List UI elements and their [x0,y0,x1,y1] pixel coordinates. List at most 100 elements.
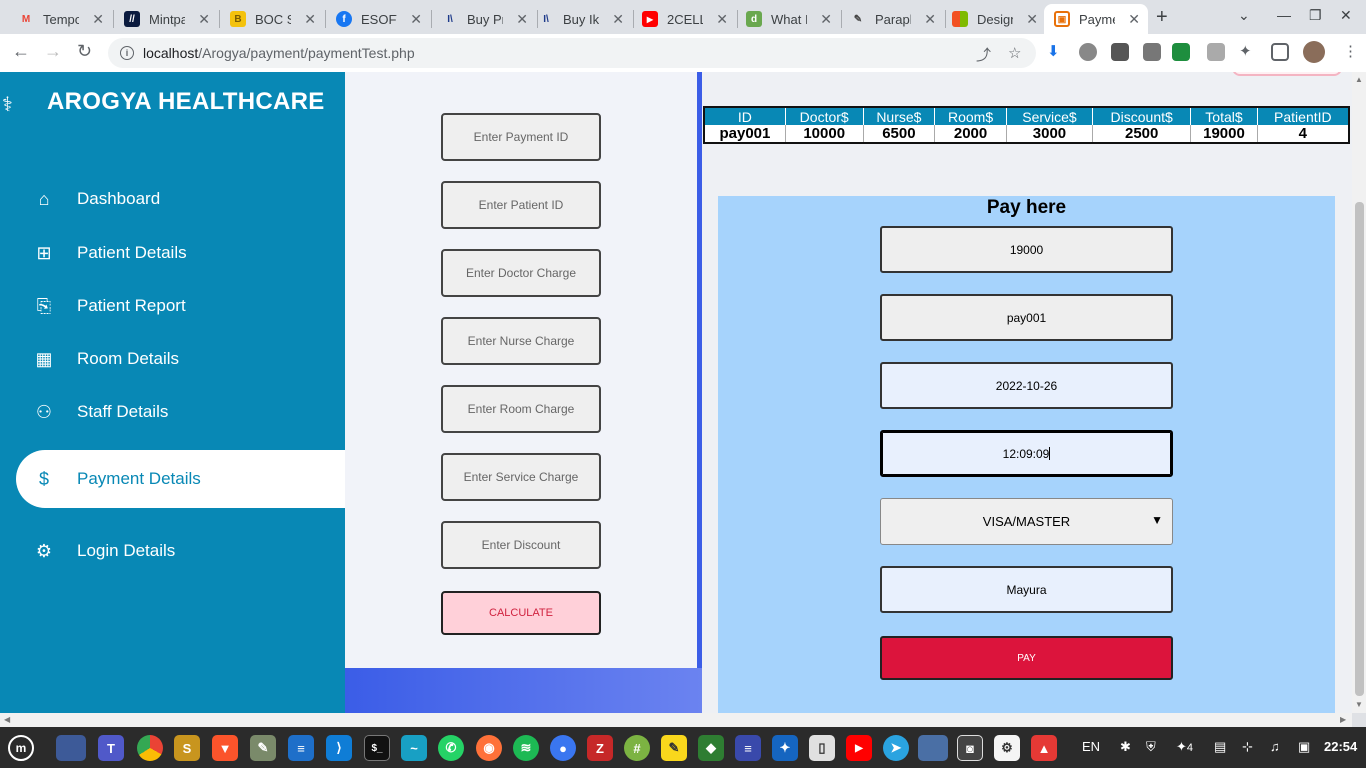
browser-tab[interactable]: I\ Buy Pr ✕ [432,4,536,34]
top-button[interactable] [1232,72,1342,76]
amount-field[interactable]: 19000 [880,226,1173,273]
close-icon[interactable]: ✕ [198,11,210,28]
browser-tab[interactable]: f ESOFT ✕ [326,4,430,34]
image-editor-icon[interactable]: ✦ [772,735,798,761]
settings-icon[interactable]: ⚙ [994,735,1020,761]
s-app-icon[interactable]: S [174,735,200,761]
sidebar-item-login-details[interactable]: ⚙ Login Details [0,531,345,571]
browser-tab[interactable]: ✎ Parapl ✕ [840,4,944,34]
profile-avatar[interactable] [1303,41,1325,63]
extension-gimp-icon[interactable] [1111,43,1129,61]
close-icon[interactable]: ✕ [410,11,422,28]
browser-tab[interactable]: d What I ✕ [736,4,840,34]
scroll-left-icon[interactable]: ◀ [4,715,10,724]
teams-icon[interactable]: T [98,735,124,761]
sidebar-item-patient-details[interactable]: ⊞ Patient Details [0,233,345,273]
close-icon[interactable]: ✕ [1128,11,1140,28]
patient-id-input[interactable]: Enter Patient ID [441,181,601,229]
close-icon[interactable]: ✕ [516,11,528,28]
new-tab-icon[interactable]: + [1156,6,1168,29]
close-icon[interactable]: ✕ [612,11,624,28]
sidebar-item-patient-report[interactable]: ⎘ Patient Report [0,286,345,326]
brave-icon[interactable]: ▼ [212,735,238,761]
bookmark-star-icon[interactable]: ☆ [1008,44,1021,62]
browser-tab[interactable]: B BOC Sr ✕ [220,4,324,34]
battery-icon[interactable]: ▣ [1298,739,1310,755]
document-icon[interactable]: ≡ [735,735,761,761]
info-icon[interactable]: i [120,46,134,60]
nurse-charge-input[interactable]: Enter Nurse Charge [441,317,601,365]
side-panel-icon[interactable] [1271,43,1289,61]
close-icon[interactable]: ✕ [1026,11,1038,28]
youtube-app-icon[interactable]: ▶ [846,735,872,761]
time-field[interactable]: 12:09:09 [880,430,1173,477]
browser-tab[interactable]: // Mintpa ✕ [114,4,218,34]
bluetooth-icon[interactable]: ✱ [1120,739,1131,755]
screenshot-icon[interactable]: ◙ [957,735,983,761]
sidebar-item-room-details[interactable]: ▦ Room Details [0,339,345,379]
minimize-icon[interactable]: — [1277,7,1291,23]
vertical-scroll-thumb[interactable] [1355,202,1364,696]
sidebar-item-staff-details[interactable]: ⚇ Staff Details [0,392,345,432]
photos-icon[interactable]: ▲ [1031,735,1057,761]
extension-doc-icon[interactable] [1207,43,1225,61]
whatsapp-icon[interactable]: ✆ [438,735,464,761]
discount-input[interactable]: Enter Discount [441,521,601,569]
spotify-icon[interactable]: ≋ [513,735,539,761]
clock[interactable]: 22:54 [1324,739,1357,754]
browser-tab-active[interactable]: ▣ Payme ✕ [1044,4,1148,34]
forward-icon[interactable]: → [44,41,62,62]
horizontal-scrollbar[interactable]: ◀ ▶ [0,713,1352,727]
maximize-icon[interactable]: ❐ [1309,7,1322,24]
pay-button[interactable]: PAY [880,636,1173,680]
text-editor-icon[interactable]: ≡ [288,735,314,761]
menu-icon[interactable]: ⋮ [1343,42,1358,60]
payment-id-input[interactable]: Enter Payment ID [441,113,601,161]
scroll-right-icon[interactable]: ▶ [1340,715,1346,724]
tab-search-icon[interactable]: ⌄ [1238,7,1250,24]
extensions-puzzle-icon[interactable]: ✦ [1239,42,1252,60]
chrome-icon[interactable] [137,735,163,761]
sidebar-item-payment-details[interactable]: $ Payment Details [16,450,345,508]
shield-icon[interactable]: ⛨ [1146,739,1156,755]
telegram-icon[interactable]: ➤ [883,735,909,761]
file-icon[interactable]: ▯ [809,735,835,761]
close-icon[interactable]: ✕ [304,11,316,28]
notifications-icon[interactable]: ✦4 [1176,739,1193,755]
calculate-button[interactable]: CALCULATE [441,591,601,635]
card-type-select[interactable]: VISA/MASTER ▼ [880,498,1173,545]
browser-tab[interactable]: I\ Buy Iki ✕ [528,4,632,34]
sidebar-item-dashboard[interactable]: ⌂ Dashboard [0,179,345,219]
terminal-icon[interactable]: $_ [364,735,390,761]
close-window-icon[interactable]: ✕ [1340,7,1352,24]
extension-gear-icon[interactable] [1079,43,1097,61]
pay-payment-id-field[interactable]: pay001 [880,294,1173,341]
reload-icon[interactable]: ↻ [77,41,92,62]
scroll-down-icon[interactable]: ▼ [1355,700,1363,709]
files-icon[interactable] [918,735,948,761]
keyboard-language[interactable]: EN [1082,739,1100,754]
date-field[interactable]: 2022-10-26 [880,362,1173,409]
desktop-icon[interactable] [56,735,86,761]
close-icon[interactable]: ✕ [820,11,832,28]
browser-tab[interactable]: ▶ 2CELL ✕ [632,4,736,34]
back-icon[interactable]: ← [12,41,30,62]
layers-icon[interactable]: ◆ [698,735,724,761]
monitor-app-icon[interactable]: ~ [401,735,427,761]
address-bar[interactable]: i localhost/Arogya/payment/paymentTest.p… [108,38,1036,68]
vscode-icon[interactable]: ⟩ [326,735,352,761]
close-icon[interactable]: ✕ [924,11,936,28]
music-icon[interactable]: ♫ [1270,739,1280,754]
doctor-charge-input[interactable]: Enter Doctor Charge [441,249,601,297]
share-icon[interactable]: ⤴ [976,44,991,65]
room-charge-input[interactable]: Enter Room Charge [441,385,601,433]
gimp-icon[interactable]: ✎ [250,735,276,761]
service-charge-input[interactable]: Enter Service Charge [441,453,601,501]
scroll-up-icon[interactable]: ▲ [1355,75,1363,84]
firefox-icon[interactable]: ◉ [476,735,502,761]
extension-beta-icon[interactable] [1172,43,1190,61]
browser-tab[interactable]: Design ✕ [942,4,1046,34]
close-icon[interactable]: ✕ [92,11,104,28]
mint-menu-icon[interactable]: m [8,735,34,761]
extension-bug-icon[interactable] [1143,43,1161,61]
